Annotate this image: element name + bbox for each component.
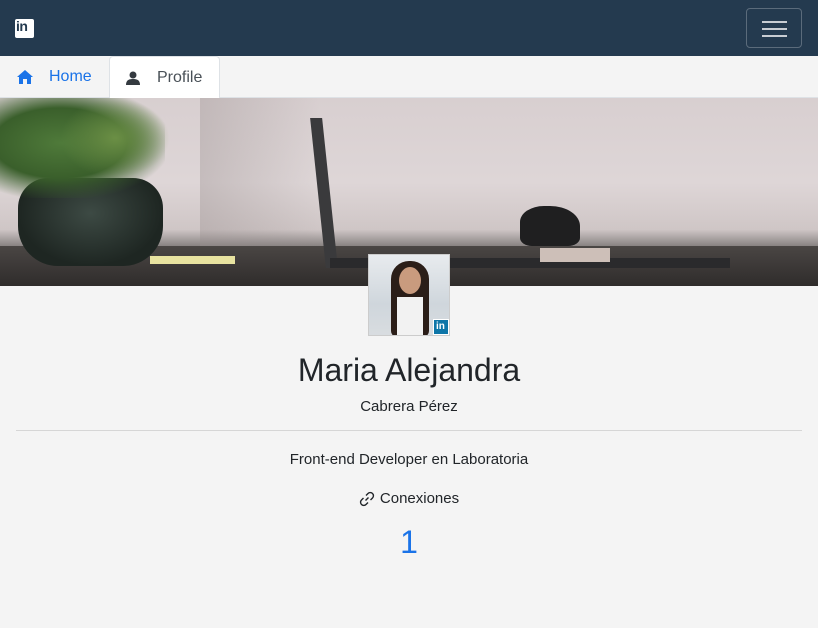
profile-surname: Cabrera Pérez bbox=[360, 398, 458, 415]
connections-label-row: Conexiones bbox=[0, 490, 818, 507]
connections-label: Conexiones bbox=[379, 490, 460, 507]
badge-text: in bbox=[436, 321, 445, 332]
tab-home[interactable]: Home bbox=[0, 56, 110, 98]
logo-text: in bbox=[16, 18, 28, 34]
profile-headline: Front-end Developer en Laboratoria bbox=[289, 451, 529, 468]
hamburger-icon bbox=[762, 35, 787, 37]
hamburger-icon bbox=[762, 21, 787, 23]
tab-profile-label: Profile bbox=[157, 68, 203, 86]
profile-name: Maria Alejandra bbox=[297, 352, 521, 388]
tab-home-label: Home bbox=[49, 68, 92, 85]
link-icon bbox=[359, 491, 374, 506]
linkedin-logo-icon[interactable]: in bbox=[15, 18, 34, 38]
linkedin-badge-icon: in bbox=[433, 319, 449, 335]
home-icon bbox=[17, 70, 33, 84]
hamburger-icon bbox=[762, 28, 787, 30]
connections-count[interactable]: 1 bbox=[0, 524, 818, 561]
user-icon bbox=[126, 71, 140, 85]
divider bbox=[16, 430, 802, 431]
nav-tabs: Home Profile bbox=[0, 56, 818, 99]
tab-profile[interactable]: Profile bbox=[109, 56, 220, 99]
profile-avatar[interactable]: in bbox=[368, 254, 450, 336]
menu-toggle-button[interactable] bbox=[746, 8, 802, 48]
top-navbar: in bbox=[0, 0, 818, 56]
